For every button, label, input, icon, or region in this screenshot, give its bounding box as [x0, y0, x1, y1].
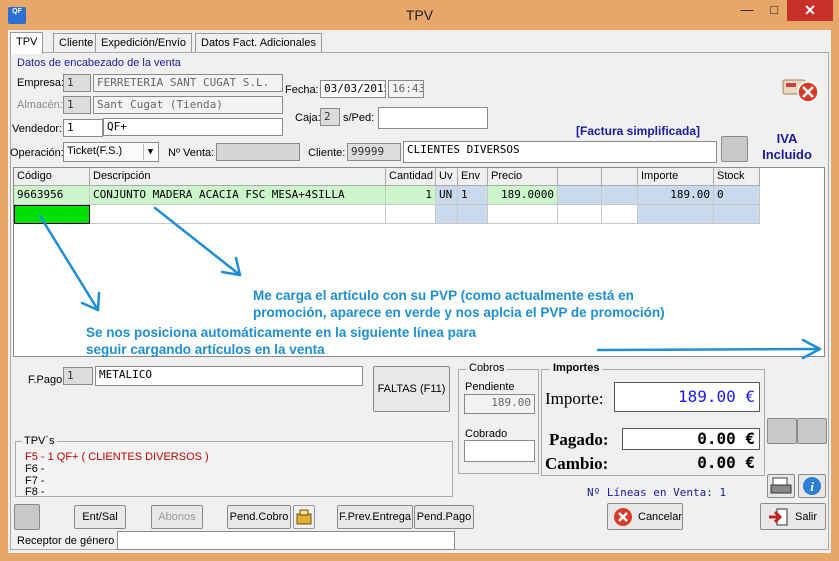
exit-door-icon — [769, 508, 788, 526]
receptor-label: Receptor de género — [17, 535, 115, 547]
arrow-to-next-line-text — [38, 214, 100, 312]
annotation-next-line2: seguir cargando artículos en la venta — [86, 342, 325, 357]
annotation-promo: Me carga el artículo con su PVP (como ac… — [253, 287, 665, 321]
annotation-promo-line1: Me carga el artículo con su PVP (como ac… — [253, 288, 634, 303]
salir-button[interactable]: Salir — [760, 503, 826, 530]
cash-register-icon[interactable] — [293, 505, 315, 529]
pend-pago-button[interactable]: Pend.Pago — [414, 505, 474, 529]
pagado-label: Pagado: — [549, 430, 609, 449]
tpv-f6[interactable]: F6 - — [25, 463, 45, 475]
pend-cobro-button[interactable]: Pend.Cobro — [227, 505, 291, 529]
cambio-label: Cambio: — [545, 454, 609, 473]
svg-text:i: i — [810, 479, 814, 494]
cancelar-button[interactable]: Cancelar — [607, 503, 683, 530]
faltas-button[interactable]: FALTAS (F11) — [373, 366, 450, 412]
cobrado-field[interactable] — [464, 440, 535, 462]
arrow-to-promo-text — [153, 206, 242, 277]
fpago-label: F.Pago — [28, 374, 63, 386]
annotation-next-line1: Se nos posiciona automáticamente en la s… — [86, 325, 477, 340]
arrow-right — [596, 347, 822, 352]
salir-label: Salir — [795, 511, 818, 523]
fpago-code-field[interactable]: 1 — [63, 367, 93, 385]
fpago-name-field[interactable]: METALICO — [95, 366, 363, 386]
tpv-f5[interactable]: F5 - 1 QF+ ( CLIENTES DIVERSOS ) — [25, 451, 209, 463]
info-icon[interactable]: i — [798, 474, 826, 498]
cobros-title: Cobros — [466, 362, 508, 374]
tpvs-list[interactable]: TPV´s F5 - 1 QF+ ( CLIENTES DIVERSOS ) F… — [15, 435, 453, 498]
cambio-field: 0.00 € — [697, 453, 755, 472]
pagado-field[interactable]: 0.00 € — [622, 428, 760, 450]
ent-sal-button[interactable]: Ent/Sal — [74, 505, 126, 529]
annotation-next-line: Se nos posiciona automáticamente en la s… — [86, 324, 476, 358]
abonos-button[interactable]: Abonos — [151, 505, 203, 529]
receptor-field[interactable] — [117, 531, 455, 550]
print-icon[interactable] — [767, 474, 795, 498]
importe-total-field[interactable]: 189.00 € — [614, 382, 760, 412]
importe-label: Importe: — [545, 389, 604, 408]
cobrado-label: Cobrado — [465, 428, 508, 440]
blank-left-button[interactable] — [14, 504, 40, 530]
f-prev-entrega-button[interactable]: F.Prev.Entrega — [337, 505, 413, 529]
pendiente-field[interactable]: 189.00 — [464, 394, 535, 414]
tpv-f8[interactable]: F8 - — [25, 486, 45, 498]
tpvs-title: TPV´s — [22, 435, 57, 447]
pendiente-label: Pendiente — [465, 381, 515, 393]
side-button-right[interactable] — [797, 418, 827, 444]
side-button-left[interactable] — [767, 418, 797, 444]
num-lineas-label: Nº Líneas en Venta: 1 — [587, 486, 727, 499]
tab-tpv[interactable]: TPV — [10, 32, 44, 54]
cancelar-label: Cancelar — [638, 511, 683, 523]
annotation-promo-line2: promoción, aparece en verde y nos aplcia… — [253, 305, 665, 320]
cancel-icon — [614, 508, 632, 526]
importes-title: Importes — [550, 362, 603, 374]
